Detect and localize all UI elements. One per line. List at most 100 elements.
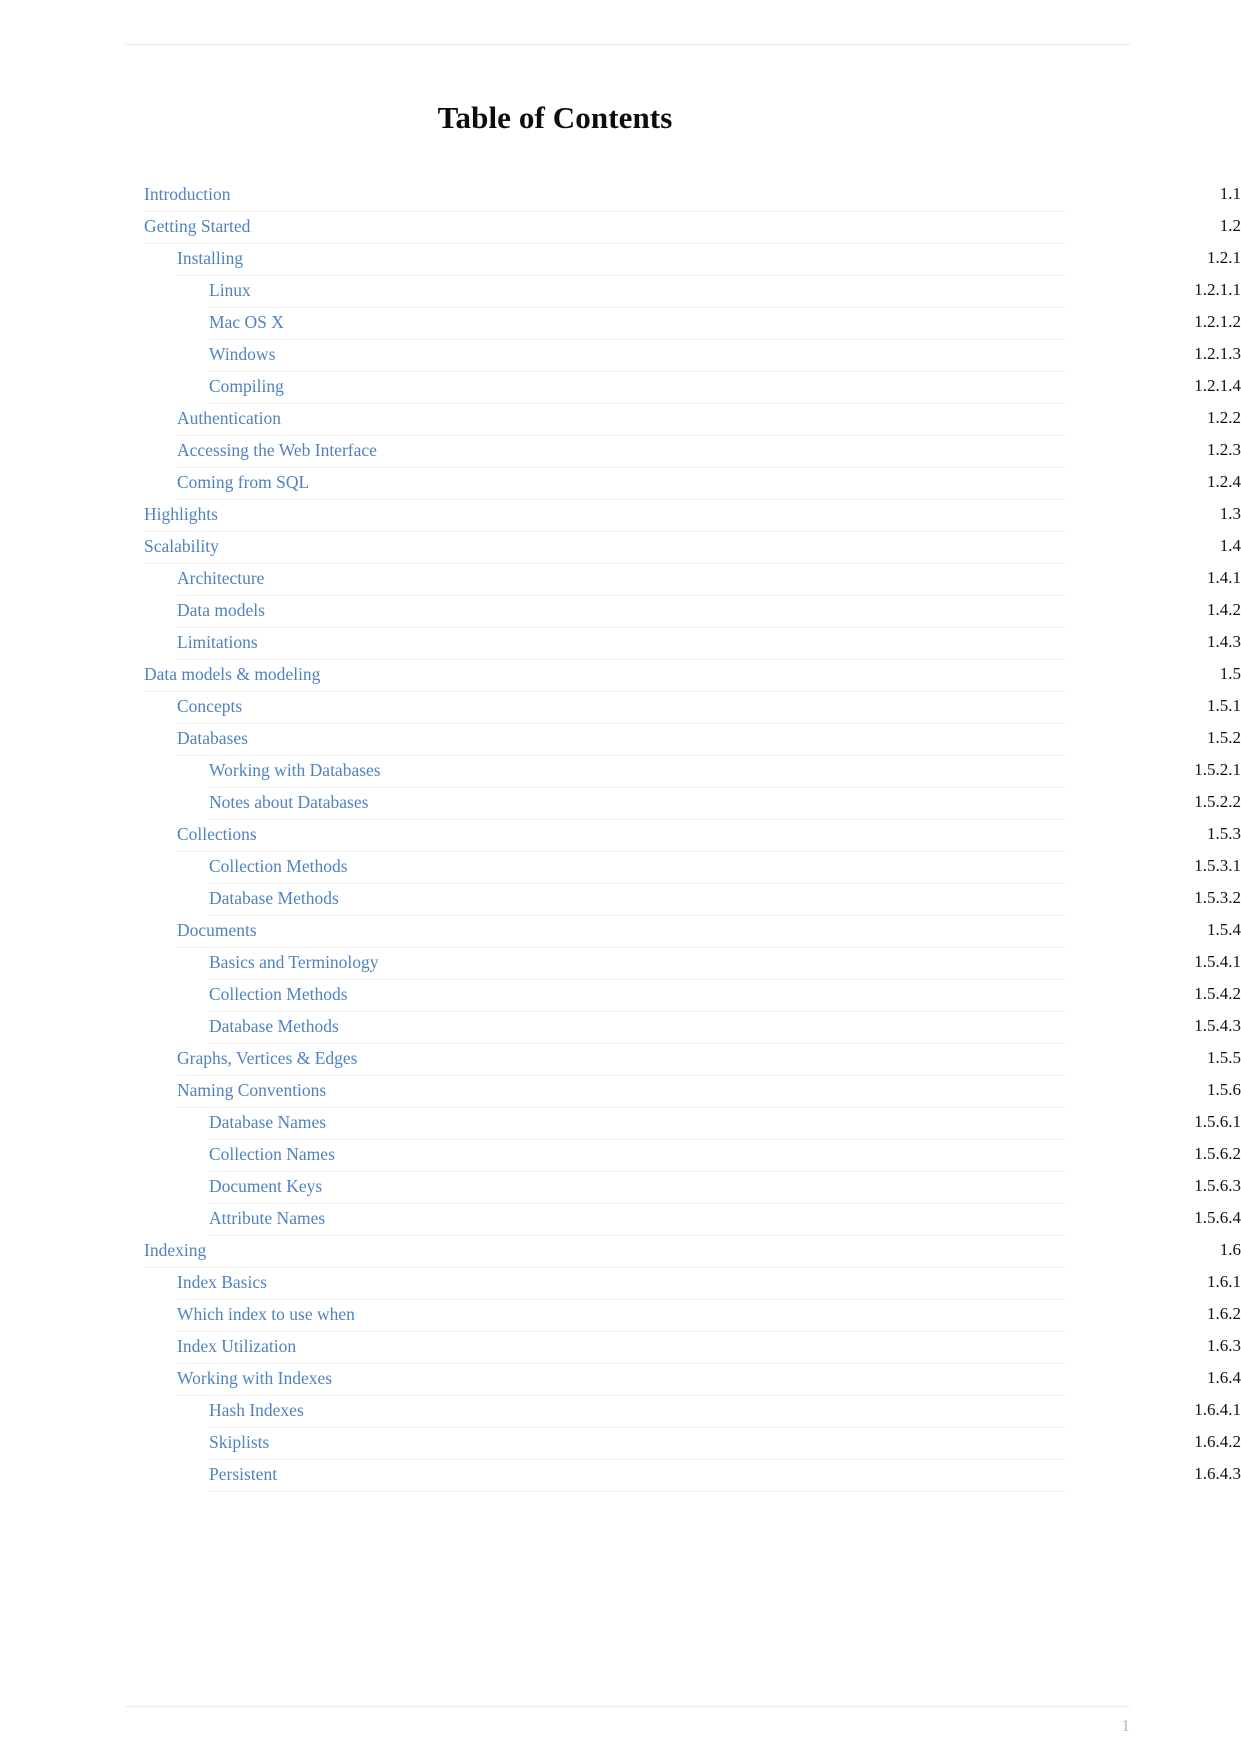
toc-link[interactable]: Which index to use when — [177, 1302, 355, 1326]
page-title: Table of Contents — [437, 100, 673, 135]
toc-entry-row: Naming Conventions 1.5.6 — [177, 1076, 1241, 1108]
toc-entry: Databases 1.5.2 — [0, 724, 1241, 756]
toc-link[interactable]: Installing — [177, 246, 243, 270]
toc-link[interactable]: Document Keys — [209, 1174, 322, 1198]
toc-link[interactable]: Hash Indexes — [209, 1398, 304, 1422]
toc-link[interactable]: Mac OS X — [209, 310, 284, 334]
toc-link[interactable]: Index Basics — [177, 1270, 267, 1294]
toc-section-number: 1.6.3 — [1207, 1336, 1241, 1355]
toc-entry: Collection Names 1.5.6.2 — [0, 1140, 1241, 1172]
toc-link[interactable]: Getting Started — [144, 214, 250, 238]
toc-entry: Persistent 1.6.4.3 — [0, 1460, 1241, 1492]
toc-entry: Introduction 1.1 — [0, 180, 1241, 212]
toc-link[interactable]: Highlights — [144, 502, 218, 526]
toc-link[interactable]: Compiling — [209, 374, 284, 398]
toc-entry: Authentication 1.2.2 — [0, 404, 1241, 436]
toc-section-number: 1.5.2.2 — [1194, 792, 1241, 811]
toc-section-number: 1.2 — [1219, 216, 1241, 235]
toc-entry-row: Architecture 1.4.1 — [177, 564, 1241, 596]
toc-link[interactable]: Database Methods — [209, 886, 339, 910]
toc-link[interactable]: Scalability — [144, 534, 219, 558]
toc-link[interactable]: Working with Databases — [209, 758, 381, 782]
toc-section-number: 1.2.1.2 — [1194, 312, 1241, 331]
toc-link[interactable]: Collection Methods — [209, 982, 348, 1006]
toc-entry: Indexing 1.6 — [0, 1236, 1241, 1268]
toc-entry-row: Collections 1.5.3 — [177, 820, 1241, 852]
toc-entry: Mac OS X 1.2.1.2 — [0, 308, 1241, 340]
toc-entry: Data models & modeling 1.5 — [0, 660, 1241, 692]
toc-link[interactable]: Authentication — [177, 406, 281, 430]
toc-link[interactable]: Limitations — [177, 630, 258, 654]
toc-link[interactable]: Documents — [177, 918, 257, 942]
toc-entry-row: Installing 1.2.1 — [177, 244, 1241, 276]
toc-entry: Linux 1.2.1.1 — [0, 276, 1241, 308]
toc-entry: Database Methods 1.5.3.2 — [0, 884, 1241, 916]
toc-link[interactable]: Introduction — [144, 182, 231, 206]
toc-entry: Database Names 1.5.6.1 — [0, 1108, 1241, 1140]
toc-section-number: 1.4.2 — [1207, 600, 1241, 619]
toc-entry: Index Utilization 1.6.3 — [0, 1332, 1241, 1364]
toc-entry-row: Mac OS X 1.2.1.2 — [209, 308, 1241, 340]
toc-section-number: 1.6.4.3 — [1194, 1464, 1241, 1483]
toc-entry-row: Windows 1.2.1.3 — [209, 340, 1241, 372]
toc-section-number: 1.6 — [1219, 1240, 1241, 1259]
toc-entry: Graphs, Vertices & Edges 1.5.5 — [0, 1044, 1241, 1076]
toc-entry-row: Hash Indexes 1.6.4.1 — [209, 1396, 1241, 1428]
toc-link[interactable]: Indexing — [144, 1238, 206, 1262]
toc-entry: Index Basics 1.6.1 — [0, 1268, 1241, 1300]
toc-entry: Hash Indexes 1.6.4.1 — [0, 1396, 1241, 1428]
toc-link[interactable]: Data models & modeling — [144, 662, 320, 686]
toc-link[interactable]: Accessing the Web Interface — [177, 438, 377, 462]
toc-entry: Installing 1.2.1 — [0, 244, 1241, 276]
toc-entry-row: Index Utilization 1.6.3 — [177, 1332, 1241, 1364]
toc-link[interactable]: Basics and Terminology — [209, 950, 379, 974]
toc-link[interactable]: Linux — [209, 278, 251, 302]
toc-entry-row: Document Keys 1.5.6.3 — [209, 1172, 1241, 1204]
toc-link[interactable]: Index Utilization — [177, 1334, 296, 1358]
toc-section-number: 1.5.2 — [1207, 728, 1241, 747]
toc-link[interactable]: Windows — [209, 342, 275, 366]
toc-entry-row: Data models & modeling 1.5 — [144, 660, 1241, 692]
toc-link[interactable]: Collections — [177, 822, 257, 846]
toc-section-number: 1.2.1 — [1207, 248, 1241, 267]
toc-entry-row: Introduction 1.1 — [144, 180, 1241, 212]
toc-link[interactable]: Coming from SQL — [177, 470, 309, 494]
toc-entry: Attribute Names 1.5.6.4 — [0, 1204, 1241, 1236]
page-number: 1 — [1121, 1716, 1131, 1735]
toc-section-number: 1.4 — [1219, 536, 1241, 555]
toc-entry-row: Databases 1.5.2 — [177, 724, 1241, 756]
toc-entry: Document Keys 1.5.6.3 — [0, 1172, 1241, 1204]
toc-entry-row: Data models 1.4.2 — [177, 596, 1241, 628]
table-of-contents: Introduction 1.1 Getting Started 1.2 Install… — [0, 180, 1241, 1492]
toc-entry: Documents 1.5.4 — [0, 916, 1241, 948]
toc-section-number: 1.5.2.1 — [1194, 760, 1241, 779]
toc-link[interactable]: Collection Methods — [209, 854, 348, 878]
toc-link[interactable]: Database Methods — [209, 1014, 339, 1038]
toc-link[interactable]: Concepts — [177, 694, 242, 718]
toc-link[interactable]: Database Names — [209, 1110, 326, 1134]
toc-section-number: 1.2.3 — [1207, 440, 1241, 459]
toc-link[interactable]: Data models — [177, 598, 265, 622]
toc-section-number: 1.5.1 — [1207, 696, 1241, 715]
toc-link[interactable]: Architecture — [177, 566, 264, 590]
toc-entry: Architecture 1.4.1 — [0, 564, 1241, 596]
toc-link[interactable]: Persistent — [209, 1462, 277, 1486]
toc-entry: Working with Indexes 1.6.4 — [0, 1364, 1241, 1396]
toc-section-number: 1.2.1.4 — [1194, 376, 1241, 395]
toc-link[interactable]: Collection Names — [209, 1142, 335, 1166]
toc-link[interactable]: Working with Indexes — [177, 1366, 332, 1390]
toc-section-number: 1.6.4 — [1207, 1368, 1241, 1387]
toc-section-number: 1.5.3.2 — [1194, 888, 1241, 907]
toc-entry-row: Persistent 1.6.4.3 — [209, 1460, 1241, 1492]
toc-link[interactable]: Attribute Names — [209, 1206, 325, 1230]
toc-link[interactable]: Naming Conventions — [177, 1078, 326, 1102]
toc-link[interactable]: Notes about Databases — [209, 790, 368, 814]
toc-entry-row: Basics and Terminology 1.5.4.1 — [209, 948, 1241, 980]
toc-entry: Scalability 1.4 — [0, 532, 1241, 564]
toc-link[interactable]: Databases — [177, 726, 248, 750]
toc-section-number: 1.6.4.2 — [1194, 1432, 1241, 1451]
toc-entry-row: Collection Names 1.5.6.2 — [209, 1140, 1241, 1172]
toc-link[interactable]: Skiplists — [209, 1430, 269, 1454]
toc-entry: Working with Databases 1.5.2.1 — [0, 756, 1241, 788]
toc-link[interactable]: Graphs, Vertices & Edges — [177, 1046, 357, 1070]
